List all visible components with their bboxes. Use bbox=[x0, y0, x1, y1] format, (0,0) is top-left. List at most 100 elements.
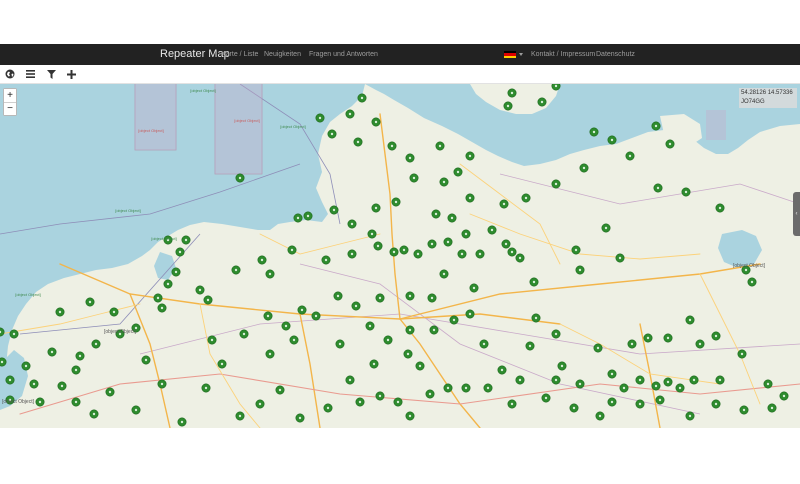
repeater-marker[interactable] bbox=[521, 193, 531, 203]
repeater-marker[interactable] bbox=[737, 349, 747, 359]
nav-link-privacy[interactable]: Datenschutz bbox=[596, 44, 635, 65]
repeater-marker[interactable] bbox=[763, 379, 773, 389]
repeater-marker[interactable] bbox=[365, 321, 375, 331]
repeater-marker[interactable] bbox=[177, 417, 187, 427]
repeater-marker[interactable] bbox=[675, 383, 685, 393]
repeater-marker[interactable] bbox=[685, 315, 695, 325]
repeater-marker[interactable] bbox=[579, 163, 589, 173]
repeater-marker[interactable] bbox=[507, 247, 517, 257]
repeater-marker[interactable] bbox=[695, 339, 705, 349]
repeater-marker[interactable] bbox=[153, 293, 163, 303]
repeater-marker[interactable] bbox=[575, 379, 585, 389]
repeater-marker[interactable] bbox=[5, 375, 15, 385]
repeater-marker[interactable] bbox=[263, 311, 273, 321]
chevron-down-icon[interactable] bbox=[519, 53, 523, 56]
app-brand[interactable]: Repeater Map bbox=[160, 44, 230, 65]
repeater-marker[interactable] bbox=[323, 403, 333, 413]
repeater-marker[interactable] bbox=[551, 84, 561, 91]
repeater-marker[interactable] bbox=[497, 365, 507, 375]
repeater-marker[interactable] bbox=[711, 331, 721, 341]
repeater-marker[interactable] bbox=[231, 265, 241, 275]
repeater-marker[interactable] bbox=[403, 349, 413, 359]
repeater-marker[interactable] bbox=[375, 391, 385, 401]
repeater-marker[interactable] bbox=[55, 307, 65, 317]
nav-link-contact[interactable]: Kontakt / Impressum bbox=[531, 44, 595, 65]
repeater-marker[interactable] bbox=[525, 341, 535, 351]
repeater-marker[interactable] bbox=[575, 265, 585, 275]
repeater-marker[interactable] bbox=[345, 375, 355, 385]
repeater-marker[interactable] bbox=[465, 151, 475, 161]
repeater-marker[interactable] bbox=[475, 249, 485, 259]
repeater-marker[interactable] bbox=[373, 241, 383, 251]
repeater-marker[interactable] bbox=[71, 365, 81, 375]
repeater-marker[interactable] bbox=[157, 379, 167, 389]
repeater-marker[interactable] bbox=[347, 249, 357, 259]
repeater-marker[interactable] bbox=[715, 203, 725, 213]
repeater-map[interactable]: [object Object] [object Object] [object … bbox=[0, 84, 800, 428]
repeater-marker[interactable] bbox=[415, 361, 425, 371]
repeater-marker[interactable] bbox=[435, 141, 445, 151]
repeater-marker[interactable] bbox=[203, 295, 213, 305]
repeater-marker[interactable] bbox=[353, 137, 363, 147]
repeater-marker[interactable] bbox=[369, 359, 379, 369]
repeater-marker[interactable] bbox=[57, 381, 67, 391]
repeater-marker[interactable] bbox=[487, 225, 497, 235]
plus-icon[interactable] bbox=[61, 65, 81, 83]
nav-link-faq[interactable]: Fragen und Antworten bbox=[309, 44, 378, 65]
repeater-marker[interactable] bbox=[429, 325, 439, 335]
map-tiles[interactable] bbox=[0, 84, 800, 428]
repeater-marker[interactable] bbox=[601, 223, 611, 233]
repeater-marker[interactable] bbox=[689, 375, 699, 385]
zoom-out-button[interactable]: − bbox=[4, 102, 16, 115]
repeater-marker[interactable] bbox=[479, 339, 489, 349]
repeater-marker[interactable] bbox=[499, 199, 509, 209]
language-flag-icon[interactable] bbox=[504, 51, 516, 58]
repeater-marker[interactable] bbox=[655, 395, 665, 405]
repeater-marker[interactable] bbox=[387, 141, 397, 151]
repeater-marker[interactable] bbox=[281, 321, 291, 331]
repeater-marker[interactable] bbox=[643, 333, 653, 343]
repeater-marker[interactable] bbox=[461, 383, 471, 393]
repeater-marker[interactable] bbox=[371, 117, 381, 127]
repeater-marker[interactable] bbox=[593, 343, 603, 353]
repeater-marker[interactable] bbox=[329, 205, 339, 215]
repeater-marker[interactable] bbox=[571, 245, 581, 255]
repeater-marker[interactable] bbox=[207, 335, 217, 345]
repeater-marker[interactable] bbox=[457, 249, 467, 259]
globe-icon[interactable] bbox=[0, 65, 20, 83]
repeater-marker[interactable] bbox=[431, 209, 441, 219]
repeater-marker[interactable] bbox=[131, 405, 141, 415]
repeater-marker[interactable] bbox=[503, 101, 513, 111]
repeater-marker[interactable] bbox=[405, 411, 415, 421]
repeater-marker[interactable] bbox=[85, 297, 95, 307]
repeater-marker[interactable] bbox=[569, 403, 579, 413]
repeater-marker[interactable] bbox=[501, 239, 511, 249]
repeater-marker[interactable] bbox=[235, 411, 245, 421]
repeater-marker[interactable] bbox=[607, 397, 617, 407]
nav-link-map-list[interactable]: Karte / Liste bbox=[221, 44, 258, 65]
side-panel-handle[interactable]: ‹ bbox=[793, 192, 800, 236]
repeater-marker[interactable] bbox=[257, 255, 267, 265]
repeater-marker[interactable] bbox=[71, 397, 81, 407]
repeater-marker[interactable] bbox=[779, 391, 789, 401]
repeater-marker[interactable] bbox=[653, 183, 663, 193]
repeater-marker[interactable] bbox=[635, 375, 645, 385]
repeater-marker[interactable] bbox=[383, 335, 393, 345]
repeater-marker[interactable] bbox=[375, 293, 385, 303]
repeater-marker[interactable] bbox=[75, 351, 85, 361]
repeater-marker[interactable] bbox=[507, 399, 517, 409]
repeater-marker[interactable] bbox=[651, 121, 661, 131]
repeater-marker[interactable] bbox=[47, 347, 57, 357]
repeater-marker[interactable] bbox=[711, 399, 721, 409]
repeater-marker[interactable] bbox=[461, 229, 471, 239]
repeater-marker[interactable] bbox=[303, 211, 313, 221]
repeater-marker[interactable] bbox=[635, 399, 645, 409]
repeater-marker[interactable] bbox=[201, 383, 211, 393]
repeater-marker[interactable] bbox=[321, 255, 331, 265]
repeater-marker[interactable] bbox=[311, 311, 321, 321]
repeater-marker[interactable] bbox=[171, 267, 181, 277]
repeater-marker[interactable] bbox=[557, 361, 567, 371]
repeater-marker[interactable] bbox=[405, 291, 415, 301]
repeater-marker[interactable] bbox=[515, 253, 525, 263]
nav-link-news[interactable]: Neuigkeiten bbox=[264, 44, 301, 65]
